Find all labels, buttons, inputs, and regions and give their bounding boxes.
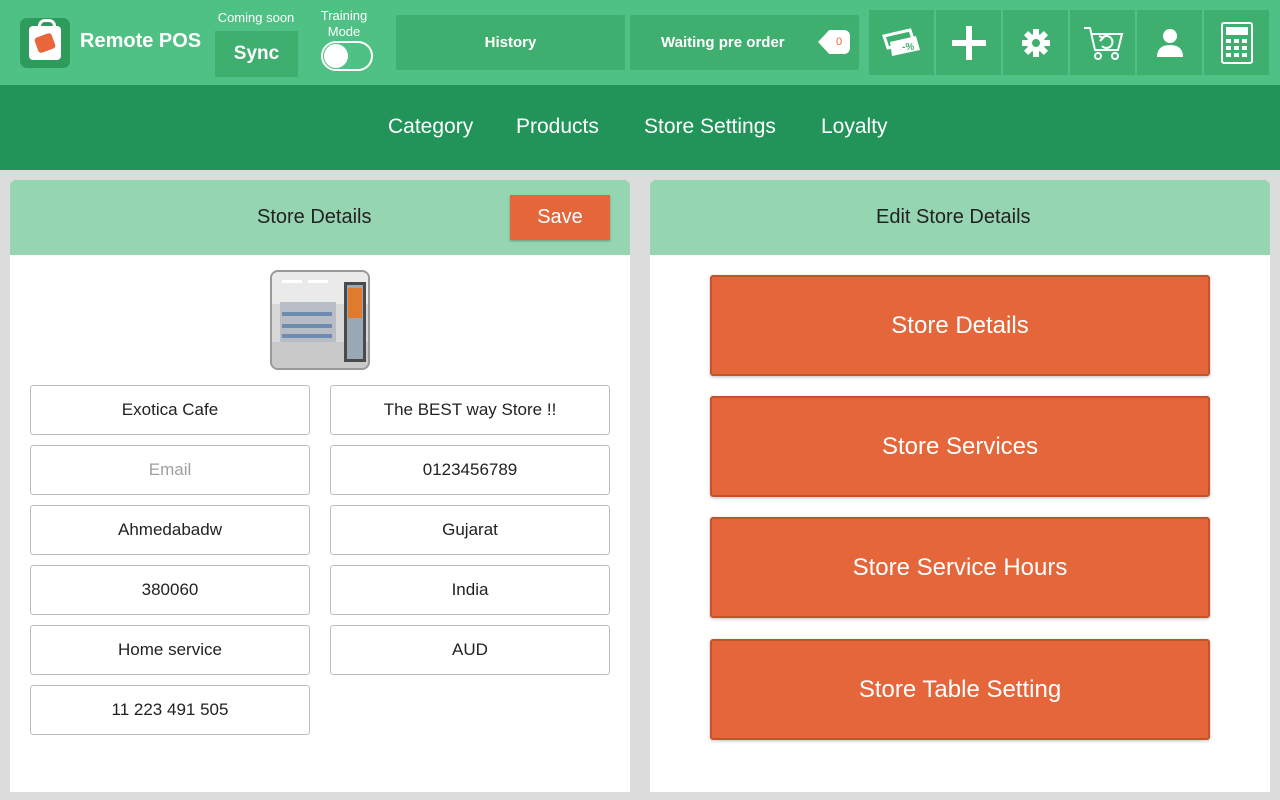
nav-item-category[interactable]: Category (388, 115, 473, 139)
cart-refresh-button[interactable] (1070, 10, 1135, 75)
nav-item-products[interactable]: Products (516, 115, 599, 139)
country-field[interactable]: India (330, 565, 610, 615)
store-table-setting-button[interactable]: Store Table Setting (710, 639, 1210, 740)
coming-soon-label: Coming soon (217, 10, 295, 25)
calculator-button[interactable] (1204, 10, 1269, 75)
zip-field[interactable]: 380060 (30, 565, 310, 615)
app-title: Remote POS (80, 30, 202, 52)
svg-text:-%: -% (902, 42, 914, 53)
user-icon (1156, 28, 1183, 57)
city-field[interactable]: Ahmedabadw (30, 505, 310, 555)
abn-field[interactable]: 11 223 491 505 (30, 685, 310, 735)
waiting-count-badge: 0 (835, 36, 843, 48)
calculator-icon (1220, 21, 1253, 64)
save-button[interactable]: Save (510, 195, 610, 240)
store-image[interactable] (270, 270, 370, 370)
store-details-title: Store Details (257, 206, 372, 228)
service-field[interactable]: Home service (30, 625, 310, 675)
store-details-button[interactable]: Store Details (710, 275, 1210, 376)
discount-button[interactable]: -% (869, 10, 934, 75)
toggle-knob (324, 44, 348, 68)
phone-field[interactable]: 0123456789 (330, 445, 610, 495)
store-services-button[interactable]: Store Services (710, 396, 1210, 497)
settings-icon (1021, 28, 1050, 57)
edit-store-details-title: Edit Store Details (876, 206, 1031, 228)
currency-field[interactable]: AUD (330, 625, 610, 675)
app-logo-icon (20, 18, 70, 68)
edit-store-details-header: Edit Store Details (650, 180, 1270, 255)
settings-button[interactable] (1003, 10, 1068, 75)
training-mode-text: Training Mode (320, 8, 368, 39)
user-button[interactable] (1137, 10, 1202, 75)
training-mode-toggle[interactable] (321, 41, 373, 71)
sync-button[interactable]: Sync (215, 31, 298, 77)
waiting-pre-order-label: Waiting pre order (661, 34, 785, 51)
store-service-hours-button[interactable]: Store Service Hours (710, 517, 1210, 618)
edit-store-details-panel: Edit Store Details Store Details Store S… (650, 180, 1270, 792)
discount-icon: -% (881, 27, 920, 56)
cart-refresh-icon (1083, 26, 1123, 60)
nav-bar: Category Products Store Settings Loyalty (0, 85, 1280, 170)
nav-item-loyalty[interactable]: Loyalty (821, 115, 888, 139)
state-field[interactable]: Gujarat (330, 505, 610, 555)
nav-item-store-settings[interactable]: Store Settings (644, 115, 776, 139)
history-button[interactable]: History (396, 15, 625, 70)
store-details-panel: Store Details Save Exotica Cafe The BEST… (10, 180, 630, 792)
add-icon (951, 25, 986, 60)
store-tagline-field[interactable]: The BEST way Store !! (330, 385, 610, 435)
store-name-field[interactable]: Exotica Cafe (30, 385, 310, 435)
waiting-pre-order-button[interactable]: Waiting pre order 0 (630, 15, 859, 70)
store-details-header: Store Details Save (10, 180, 630, 255)
tag-icon: 0 (818, 30, 850, 54)
email-field[interactable]: Email (30, 445, 310, 495)
training-mode-label: Training Mode (312, 8, 376, 40)
add-button[interactable] (936, 10, 1001, 75)
top-bar: Remote POS Coming soon Sync Training Mod… (0, 0, 1280, 85)
